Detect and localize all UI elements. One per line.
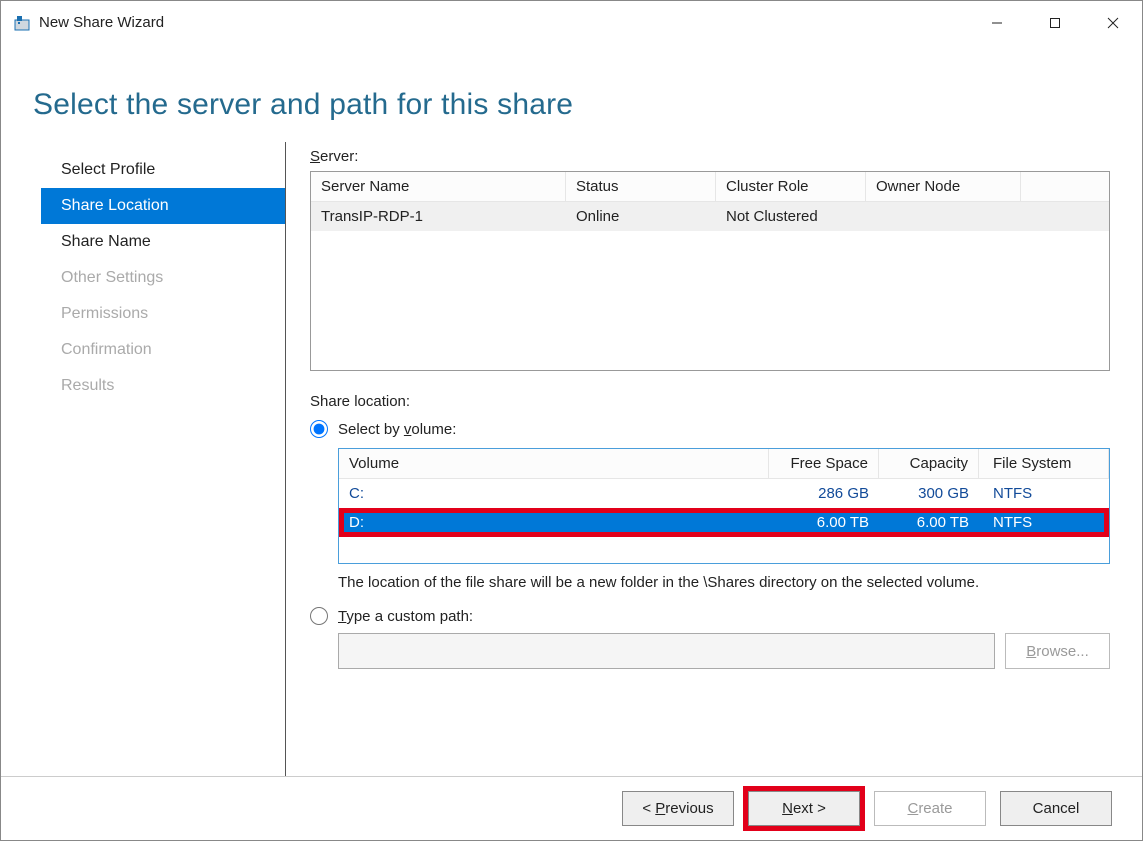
cell-file-system: NTFS [979, 479, 1109, 508]
volume-list-header: Volume Free Space Capacity File System [339, 449, 1109, 479]
radio-select-by-volume[interactable]: Select by volume: [310, 420, 1110, 438]
sidebar-item-select-profile[interactable]: Select Profile [41, 152, 285, 188]
sidebar-item-permissions: Permissions [41, 296, 285, 332]
previous-button[interactable]: < Previous [622, 791, 734, 826]
sidebar-item-share-name[interactable]: Share Name [41, 224, 285, 260]
cell-capacity: 6.00 TB [879, 508, 979, 537]
server-row[interactable]: TransIP-RDP-1 Online Not Clustered [311, 202, 1109, 231]
page-header: Select the server and path for this shar… [1, 44, 1142, 142]
sidebar-item-results: Results [41, 368, 285, 404]
server-list[interactable]: Server Name Status Cluster Role Owner No… [310, 171, 1110, 371]
custom-path-input [338, 633, 995, 669]
wizard-footer: < Previous Next > Create Cancel [1, 776, 1142, 840]
cell-server-name: TransIP-RDP-1 [311, 202, 566, 231]
app-icon [13, 14, 31, 32]
col-cluster-role[interactable]: Cluster Role [716, 172, 866, 201]
titlebar: New Share Wizard [1, 1, 1142, 44]
col-file-system[interactable]: File System [979, 449, 1109, 478]
col-status[interactable]: Status [566, 172, 716, 201]
col-capacity[interactable]: Capacity [879, 449, 979, 478]
cell-owner-node [866, 202, 1021, 231]
server-label: Server: [310, 148, 1110, 165]
sidebar-item-share-location[interactable]: Share Location [41, 188, 285, 224]
sidebar-item-other-settings: Other Settings [41, 260, 285, 296]
cell-status: Online [566, 202, 716, 231]
create-button: Create [874, 791, 986, 826]
cell-file-system: NTFS [979, 508, 1109, 537]
volume-row-c[interactable]: C: 286 GB 300 GB NTFS [339, 479, 1109, 508]
sidebar-item-confirmation: Confirmation [41, 332, 285, 368]
col-owner-node[interactable]: Owner Node [866, 172, 1021, 201]
volume-row-d[interactable]: D: 6.00 TB 6.00 TB NTFS [339, 508, 1109, 537]
content-area: Server: Server Name Status Cluster Role … [286, 142, 1142, 776]
next-button[interactable]: Next > [748, 791, 860, 826]
radio-volume-label: Select by volume: [338, 421, 456, 438]
maximize-button[interactable] [1026, 1, 1084, 44]
cell-volume: D: [339, 508, 769, 537]
col-server-name[interactable]: Server Name [311, 172, 566, 201]
col-free-space[interactable]: Free Space [769, 449, 879, 478]
close-button[interactable] [1084, 1, 1142, 44]
cell-volume: C: [339, 479, 769, 508]
radio-custom-path[interactable]: Type a custom path: [310, 607, 1110, 625]
radio-volume-input[interactable] [310, 420, 328, 438]
cell-capacity: 300 GB [879, 479, 979, 508]
share-location-label: Share location: [310, 393, 1110, 410]
cell-cluster-role: Not Clustered [716, 202, 866, 231]
cancel-button[interactable]: Cancel [1000, 791, 1112, 826]
radio-custom-input[interactable] [310, 607, 328, 625]
server-list-header: Server Name Status Cluster Role Owner No… [311, 172, 1109, 202]
minimize-button[interactable] [968, 1, 1026, 44]
volume-list[interactable]: Volume Free Space Capacity File System C… [338, 448, 1110, 564]
wizard-sidebar: Select Profile Share Location Share Name… [41, 142, 286, 776]
col-volume[interactable]: Volume [339, 449, 769, 478]
volume-help-text: The location of the file share will be a… [338, 572, 1110, 593]
radio-custom-label: Type a custom path: [338, 608, 473, 625]
cell-free-space: 286 GB [769, 479, 879, 508]
window-title: New Share Wizard [39, 14, 164, 31]
page-title: Select the server and path for this shar… [33, 88, 1110, 122]
browse-button: Browse... [1005, 633, 1110, 669]
cell-free-space: 6.00 TB [769, 508, 879, 537]
